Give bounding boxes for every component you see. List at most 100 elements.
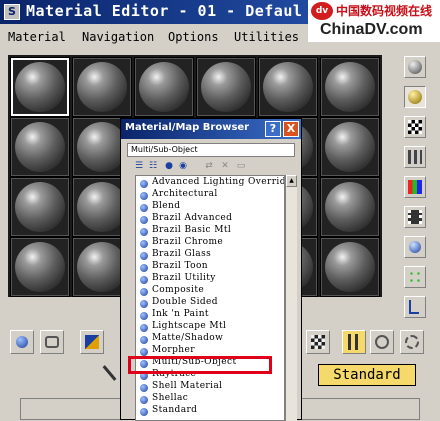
checker-cube-icon	[311, 335, 325, 349]
eyedropper-icon[interactable]	[100, 364, 118, 382]
material-sphere	[325, 242, 375, 292]
show-map-in-viewport-button[interactable]	[306, 330, 330, 354]
material-icon	[140, 204, 148, 212]
sample-slot[interactable]	[10, 57, 70, 117]
sibling-icon	[405, 335, 419, 349]
sample-uv-tiling-button[interactable]	[404, 146, 426, 168]
sample-slot[interactable]	[320, 57, 380, 117]
material-icon	[140, 252, 148, 260]
close-button[interactable]: X	[283, 121, 299, 137]
material-icon	[140, 408, 148, 416]
video-color-check-button[interactable]	[404, 176, 426, 198]
select-icon	[408, 270, 422, 284]
material-icon	[140, 276, 148, 284]
assign-material-button[interactable]	[80, 330, 104, 354]
backlight-button[interactable]	[404, 86, 426, 108]
material-sphere	[77, 62, 127, 112]
watermark-logo: dv	[311, 2, 333, 20]
sample-slot[interactable]	[320, 117, 380, 177]
put-to-scene-icon	[45, 336, 59, 348]
material-map-navigator-button[interactable]	[404, 296, 426, 318]
material-icon	[140, 336, 148, 344]
material-icon	[140, 180, 148, 188]
browser-title-bar[interactable]: Material/Map Browser ? X	[121, 119, 301, 139]
material-icon	[140, 192, 148, 200]
help-button[interactable]: ?	[265, 121, 281, 137]
material-sphere	[325, 62, 375, 112]
menu-options[interactable]: Options	[168, 30, 219, 44]
color-bars-icon	[408, 180, 422, 194]
navigator-icon	[409, 300, 419, 314]
material-map-browser: Material/Map Browser ? X Multi/Sub-Objec…	[120, 118, 302, 421]
selection-highlight-box	[128, 356, 272, 374]
material-list: Advanced Lighting Override Architectural…	[135, 175, 285, 421]
material-icon	[140, 312, 148, 320]
large-icons-view-icon[interactable]: ◉	[177, 160, 189, 172]
material-sphere	[15, 62, 65, 112]
material-icon	[140, 348, 148, 356]
material-icon	[140, 240, 148, 248]
material-icon	[140, 300, 148, 308]
list-icons-view-icon[interactable]: ☷	[147, 160, 159, 172]
scroll-up-icon[interactable]: ▲	[286, 175, 297, 187]
parent-icon	[375, 335, 389, 349]
sphere-icon	[408, 60, 422, 74]
put-material-to-scene-button[interactable]	[40, 330, 64, 354]
sample-slot[interactable]	[320, 237, 380, 297]
sample-slot[interactable]	[10, 117, 70, 177]
sample-slot[interactable]	[134, 57, 194, 117]
get-material-button[interactable]	[10, 330, 34, 354]
sample-slot[interactable]	[10, 237, 70, 297]
menu-utilities[interactable]: Utilities	[234, 30, 299, 44]
show-end-result-button[interactable]	[342, 330, 366, 354]
sample-type-button[interactable]	[404, 56, 426, 78]
material-icon	[140, 216, 148, 224]
list-view-icon[interactable]: ☰	[133, 160, 145, 172]
sample-slot[interactable]	[320, 177, 380, 237]
tiling-icon	[408, 150, 422, 164]
browser-path-field: Multi/Sub-Object	[127, 143, 295, 157]
select-by-material-button[interactable]	[404, 266, 426, 288]
sample-slot[interactable]	[72, 57, 132, 117]
clear-library-icon[interactable]: ▭	[235, 160, 247, 172]
film-icon	[408, 210, 422, 224]
background-button[interactable]	[404, 116, 426, 138]
material-sphere	[263, 62, 313, 112]
material-sphere	[201, 62, 251, 112]
update-scene-materials-icon[interactable]: ⇄	[203, 160, 215, 172]
get-material-icon	[16, 336, 28, 348]
assign-icon	[85, 335, 99, 349]
menu-material[interactable]: Material	[8, 30, 66, 44]
end-result-icon	[348, 334, 358, 350]
app-icon[interactable]: S	[4, 4, 20, 20]
go-forward-to-sibling-button[interactable]	[400, 330, 424, 354]
material-icon	[140, 288, 148, 296]
small-icons-view-icon[interactable]: ●	[163, 160, 175, 172]
material-icon	[140, 264, 148, 272]
make-preview-button[interactable]	[404, 206, 426, 228]
menu-bar: Material Navigation Options Utilities	[0, 28, 400, 48]
backlight-sphere-icon	[408, 90, 422, 104]
material-icon	[140, 384, 148, 392]
browser-title: Material/Map Browser	[125, 122, 250, 133]
go-to-parent-button[interactable]	[370, 330, 394, 354]
sample-slot[interactable]	[10, 177, 70, 237]
list-scrollbar[interactable]: ▲	[285, 175, 297, 421]
watermark-chinese-text: 中国数码视频在线	[336, 4, 433, 18]
menu-navigation[interactable]: Navigation	[82, 30, 154, 44]
delete-icon[interactable]: ✕	[219, 160, 231, 172]
sample-slot[interactable]	[258, 57, 318, 117]
material-sphere	[325, 182, 375, 232]
material-sphere	[15, 242, 65, 292]
material-type-button[interactable]: Standard	[318, 364, 416, 386]
options-button[interactable]	[404, 236, 426, 258]
material-icon	[140, 228, 148, 236]
material-sphere	[15, 122, 65, 172]
eyedropper-shaft	[102, 365, 117, 381]
browser-toolbar: ☰ ☷ ● ◉ ⇄ ✕ ▭	[127, 159, 295, 175]
window-title: Material Editor - 01 - Defaul	[26, 2, 303, 20]
sample-slot[interactable]	[196, 57, 256, 117]
material-icon	[140, 396, 148, 404]
material-sphere	[139, 62, 189, 112]
checker-icon	[408, 120, 422, 134]
